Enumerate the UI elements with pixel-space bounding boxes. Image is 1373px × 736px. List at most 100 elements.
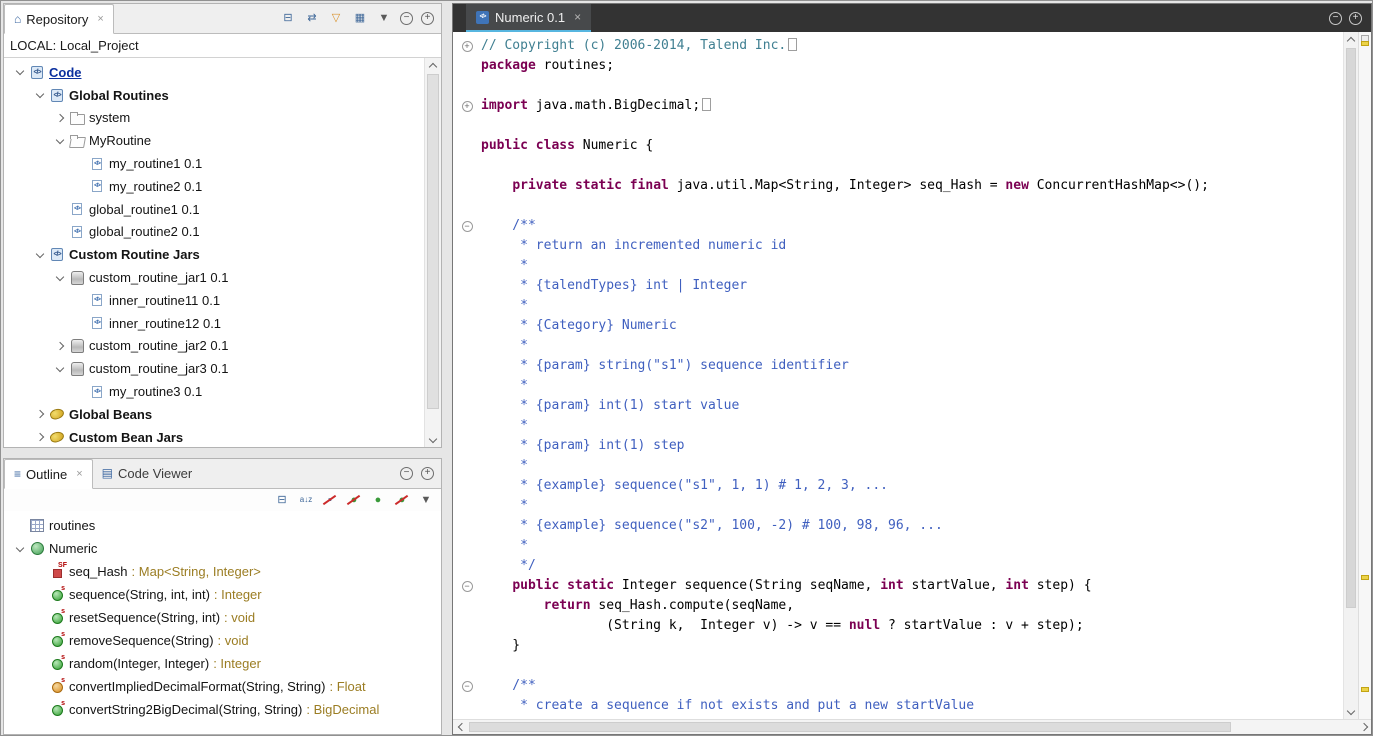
expander-icon[interactable] xyxy=(32,434,48,440)
tab-code-viewer[interactable]: ▤ Code Viewer xyxy=(93,458,202,488)
tree-item[interactable]: my_routine1 0.1 xyxy=(4,152,441,175)
code-line[interactable] xyxy=(481,76,1341,96)
code-line[interactable] xyxy=(481,656,1341,676)
code-line[interactable]: public class Numeric { xyxy=(481,136,1341,156)
code-line[interactable] xyxy=(481,156,1341,176)
code-line[interactable]: * xyxy=(481,496,1341,516)
fold-collapse-icon[interactable]: − xyxy=(462,581,473,592)
tree-item[interactable]: Global Beans xyxy=(4,403,441,426)
code-line[interactable]: * return an incremented numeric id xyxy=(481,236,1341,256)
code-line[interactable]: /** xyxy=(481,676,1341,696)
fold-collapse-icon[interactable]: − xyxy=(462,221,473,232)
code-line[interactable]: * {param} int(1) start value xyxy=(481,396,1341,416)
sort-icon[interactable]: a↓z xyxy=(298,492,314,508)
scroll-down-icon[interactable] xyxy=(1344,704,1358,719)
close-tab-icon[interactable]: × xyxy=(76,468,82,480)
tab-editor-numeric[interactable]: Numeric 0.1 × xyxy=(466,4,591,32)
expander-icon[interactable] xyxy=(12,70,28,74)
code-line[interactable]: */ xyxy=(481,556,1341,576)
tree-item[interactable]: global_routine1 0.1 xyxy=(4,198,441,221)
tree-item[interactable]: routines xyxy=(4,514,441,537)
fold-collapse-icon[interactable]: − xyxy=(462,681,473,692)
expander-icon[interactable] xyxy=(52,367,68,371)
tree-item[interactable]: inner_routine11 0.1 xyxy=(4,289,441,312)
close-tab-icon[interactable]: × xyxy=(574,10,581,24)
collapse-all-icon[interactable]: ⊟ xyxy=(280,10,296,26)
scrollbar-thumb[interactable] xyxy=(1346,48,1356,608)
tree-item[interactable]: Code xyxy=(4,61,441,84)
tree-item[interactable]: Numeric xyxy=(4,537,441,560)
fold-ruler[interactable]: + + − − − xyxy=(453,32,481,719)
code-line[interactable]: (String k, Integer v) -> v == null ? sta… xyxy=(481,616,1341,636)
expander-icon[interactable] xyxy=(32,253,48,257)
code-line[interactable]: import java.math.BigDecimal; xyxy=(481,96,1341,116)
repository-scrollbar[interactable] xyxy=(424,58,441,447)
expander-icon[interactable] xyxy=(52,139,68,143)
code-line[interactable]: private static final java.util.Map<Strin… xyxy=(481,176,1341,196)
expander-icon[interactable] xyxy=(32,411,48,417)
close-tab-icon[interactable]: × xyxy=(97,13,103,25)
code-line[interactable]: public static Integer sequence(String se… xyxy=(481,576,1341,596)
scroll-down-icon[interactable] xyxy=(425,432,441,447)
tree-item[interactable]: seq_Hash: Map<String, Integer> xyxy=(4,560,441,583)
code-line[interactable]: package routines; xyxy=(481,56,1341,76)
detail-view-icon[interactable]: ▦ xyxy=(352,10,368,26)
code-line[interactable]: * xyxy=(481,376,1341,396)
fold-expand-icon[interactable]: + xyxy=(462,101,473,112)
tree-item[interactable]: inner_routine12 0.1 xyxy=(4,312,441,335)
annotation-marker[interactable] xyxy=(1361,575,1369,580)
tree-item[interactable]: Global Routines xyxy=(4,84,441,107)
filter-icon[interactable]: ▽ xyxy=(328,10,344,26)
hide-static-members-icon[interactable]: ● xyxy=(346,492,362,508)
view-menu-icon[interactable]: ▼ xyxy=(418,492,434,508)
code-line[interactable]: * xyxy=(481,256,1341,276)
tree-item[interactable]: system xyxy=(4,107,441,130)
outline-tree[interactable]: routinesNumericseq_Hash: Map<String, Int… xyxy=(4,511,441,734)
code-line[interactable]: } xyxy=(481,636,1341,656)
tree-item[interactable]: my_routine3 0.1 xyxy=(4,380,441,403)
annotation-marker[interactable] xyxy=(1361,687,1369,692)
code-line[interactable]: * {talendTypes} int | Integer xyxy=(481,276,1341,296)
scroll-up-icon[interactable] xyxy=(425,58,441,73)
minimize-icon[interactable]: − xyxy=(400,467,413,480)
editor-scrollbar[interactable] xyxy=(1343,32,1358,719)
maximize-icon[interactable]: + xyxy=(1349,12,1362,25)
tree-item[interactable]: MyRoutine xyxy=(4,129,441,152)
maximize-icon[interactable]: + xyxy=(421,12,434,25)
code-area[interactable]: // Copyright (c) 2006-2014, Talend Inc.p… xyxy=(481,32,1341,719)
view-menu-icon[interactable]: ▼ xyxy=(376,10,392,26)
expander-icon[interactable] xyxy=(52,276,68,280)
scrollbar-thumb[interactable] xyxy=(469,722,1231,732)
code-line[interactable]: return seq_Hash.compute(seqName, xyxy=(481,596,1341,616)
tree-item[interactable]: sequence(String, int, int): Integer xyxy=(4,583,441,606)
tab-outline[interactable]: ≡ Outline × xyxy=(4,459,93,489)
collapse-all-icon[interactable]: ⊟ xyxy=(274,492,290,508)
expander-icon[interactable] xyxy=(32,93,48,97)
tree-item[interactable]: Custom Bean Jars xyxy=(4,426,441,447)
code-line[interactable]: * {example} sequence("s2", 100, -2) # 10… xyxy=(481,516,1341,536)
code-line[interactable] xyxy=(481,196,1341,216)
code-line[interactable]: * xyxy=(481,456,1341,476)
tree-item[interactable]: random(Integer, Integer): Integer xyxy=(4,652,441,675)
fold-expand-icon[interactable]: + xyxy=(462,41,473,52)
code-line[interactable]: * {example} sequence("s1", 1, 1) # 1, 2,… xyxy=(481,476,1341,496)
expander-icon[interactable] xyxy=(52,343,68,349)
code-line[interactable]: * xyxy=(481,416,1341,436)
minimize-icon[interactable]: − xyxy=(1329,12,1342,25)
annotation-marker[interactable] xyxy=(1361,41,1369,46)
scrollbar-thumb[interactable] xyxy=(427,74,439,409)
expander-icon[interactable] xyxy=(52,115,68,121)
scroll-left-icon[interactable] xyxy=(453,720,468,734)
tree-item[interactable]: my_routine2 0.1 xyxy=(4,175,441,198)
overview-ruler[interactable] xyxy=(1358,32,1371,719)
tree-item[interactable]: convertString2BigDecimal(String, String)… xyxy=(4,698,441,721)
code-line[interactable]: // Copyright (c) 2006-2014, Talend Inc. xyxy=(481,36,1341,56)
minimize-icon[interactable]: − xyxy=(400,12,413,25)
tree-item[interactable]: custom_routine_jar3 0.1 xyxy=(4,357,441,380)
tree-item[interactable]: custom_routine_jar1 0.1 xyxy=(4,266,441,289)
tree-item[interactable]: global_routine2 0.1 xyxy=(4,221,441,244)
code-line[interactable]: * {Category} Numeric xyxy=(481,316,1341,336)
hide-fields-icon[interactable]: ▪ xyxy=(322,492,338,508)
code-line[interactable]: * {param} string("s1") sequence identifi… xyxy=(481,356,1341,376)
code-line[interactable]: * {param} int(1) step xyxy=(481,436,1341,456)
